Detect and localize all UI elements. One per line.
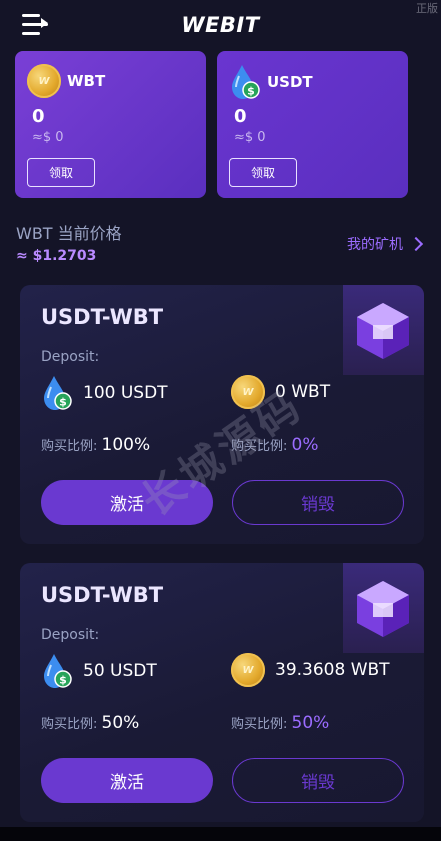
activate-button[interactable]: 激活 <box>41 758 213 803</box>
miner-card: USDT-WBT Deposit: $ 50 USDT W 39.3608 WB… <box>20 563 424 822</box>
ratio-value: 100% <box>101 435 151 455</box>
menu-icon[interactable] <box>22 13 48 37</box>
app-title: WEBIT <box>181 13 260 37</box>
wallet-name: WBT <box>67 72 106 90</box>
activate-button[interactable]: 激活 <box>41 480 213 525</box>
my-miners-label: 我的矿机 <box>347 237 403 253</box>
ratio-value: 50% <box>101 713 140 733</box>
destroy-button[interactable]: 销毁 <box>232 480 404 525</box>
svg-text:$: $ <box>59 674 67 687</box>
ratio-label: 购买比例: <box>41 439 98 454</box>
buy-ratio-usdt: 购买比例: 100% <box>41 435 150 455</box>
claim-button[interactable]: 领取 <box>27 158 95 187</box>
svg-text:$: $ <box>247 85 255 98</box>
wallet-cards: W WBT 0 ≈$ 0 领取 $ USDT 0 ≈$ 0 领取 <box>15 51 408 198</box>
wallet-card-wbt: W WBT 0 ≈$ 0 领取 <box>15 51 206 198</box>
ratio-label: 购买比例: <box>41 717 98 732</box>
ratio-value: 0% <box>291 435 319 455</box>
wallet-usd-value: ≈$ 0 <box>234 130 266 145</box>
wallet-amount: 0 <box>234 106 247 127</box>
asset-amount: 39.3608 WBT <box>275 660 390 680</box>
price-section: WBT 当前价格 ≈ $1.2703 我的矿机 <box>16 220 426 264</box>
deposit-label: Deposit: <box>41 349 100 365</box>
buy-ratio-wbt: 购买比例: 0% <box>231 435 319 455</box>
deposit-asset-usdt: $ 50 USDT <box>41 653 157 689</box>
wallet-amount: 0 <box>32 106 45 127</box>
wbt-coin-icon: W <box>231 375 265 409</box>
deposit-label: Deposit: <box>41 627 100 643</box>
svg-text:$: $ <box>59 396 67 409</box>
asset-amount: 0 WBT <box>275 382 331 402</box>
deposit-asset-wbt: W 39.3608 WBT <box>231 653 390 687</box>
price-value: ≈ $1.2703 <box>16 248 97 264</box>
destroy-button[interactable]: 销毁 <box>232 758 404 803</box>
usdt-drop-icon: $ <box>41 653 73 689</box>
usdt-drop-icon: $ <box>41 375 73 411</box>
deposit-asset-usdt: $ 100 USDT <box>41 375 168 411</box>
ratio-value: 50% <box>291 713 330 733</box>
wbt-coin-icon: W <box>27 64 61 98</box>
deposit-asset-wbt: W 0 WBT <box>231 375 330 409</box>
wbt-coin-icon: W <box>231 653 265 687</box>
usdt-drop-icon: $ <box>229 64 261 100</box>
my-miners-link[interactable]: 我的矿机 <box>347 234 424 254</box>
claim-button[interactable]: 领取 <box>229 158 297 187</box>
miner-card: USDT-WBT Deposit: $ 100 USDT W 0 WBT 购买比… <box>20 285 424 544</box>
header: WEBIT <box>0 0 441 50</box>
asset-amount: 100 USDT <box>83 383 168 403</box>
buy-ratio-usdt: 购买比例: 50% <box>41 713 139 733</box>
asset-amount: 50 USDT <box>83 661 157 681</box>
pair-title: USDT-WBT <box>41 583 164 607</box>
ratio-label: 购买比例: <box>231 717 288 732</box>
ratio-label: 购买比例: <box>231 439 288 454</box>
wallet-usd-value: ≈$ 0 <box>32 130 64 145</box>
wallet-card-usdt: $ USDT 0 ≈$ 0 领取 <box>217 51 408 198</box>
mining-box-icon <box>343 285 424 375</box>
pair-title: USDT-WBT <box>41 305 164 329</box>
wallet-name: USDT <box>267 73 313 91</box>
buy-ratio-wbt: 购买比例: 50% <box>231 713 329 733</box>
app-screen: 正版 WEBIT W WBT 0 ≈$ 0 领取 $ USDT 0 ≈$ 0 领… <box>0 0 441 841</box>
mining-box-icon <box>343 563 424 653</box>
chevron-right-icon <box>408 236 424 252</box>
bottom-bar <box>0 827 441 841</box>
